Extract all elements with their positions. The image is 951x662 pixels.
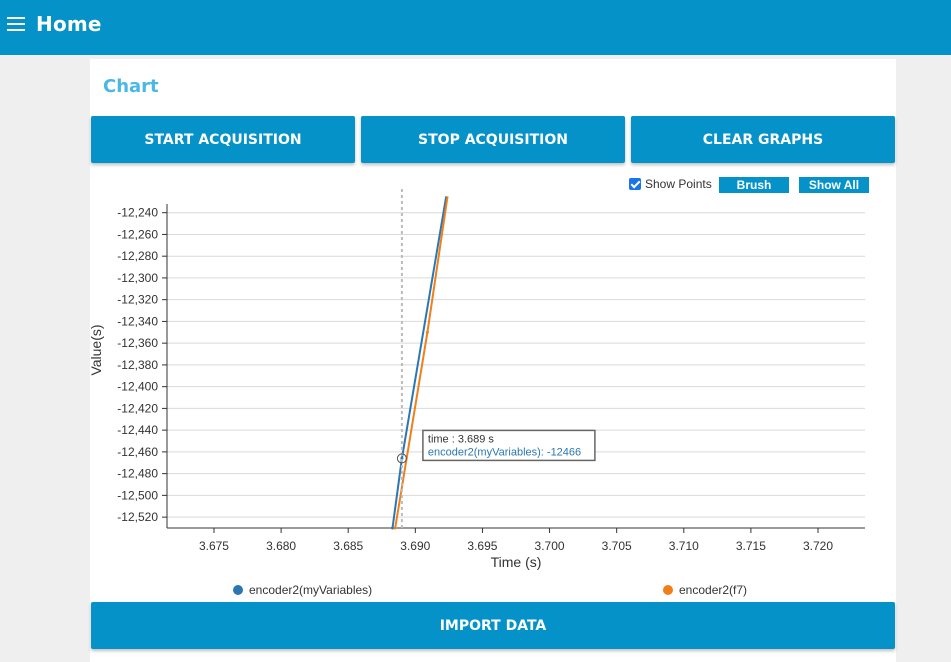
tooltip-time: time : 3.689 s xyxy=(428,433,495,445)
y-tick-label: -12,500 xyxy=(117,488,158,502)
app-title: Home xyxy=(36,12,102,36)
data-point[interactable] xyxy=(425,330,429,334)
app-bar: Home xyxy=(0,0,951,55)
x-tick-label: 3.690 xyxy=(400,539,430,553)
series-line-0 xyxy=(391,196,448,528)
y-tick-label: -12,440 xyxy=(117,423,158,437)
legend-dot xyxy=(233,585,243,595)
x-tick-label: 3.680 xyxy=(266,539,296,553)
y-tick-label: -12,520 xyxy=(117,510,158,524)
x-tick-label: 3.675 xyxy=(199,539,229,553)
y-tick-label: -12,240 xyxy=(117,206,158,220)
menu-icon[interactable] xyxy=(7,17,25,31)
data-point[interactable] xyxy=(391,526,395,530)
y-tick-label: -12,420 xyxy=(117,401,158,415)
y-tick-label: -12,300 xyxy=(117,271,158,285)
tooltip-value: encoder2(myVariables): -12466 xyxy=(428,446,581,458)
x-tick-label: 3.715 xyxy=(736,539,766,553)
y-tick-label: -12,280 xyxy=(117,249,158,263)
y-axis-label: Value(s) xyxy=(90,324,104,375)
y-tick-label: -12,340 xyxy=(117,314,158,328)
line-chart[interactable]: -12,240 -12,260 -12,280 -12,300 -12,320 -12,3… xyxy=(90,59,896,604)
legend-item-myvariables[interactable]: encoder2(myVariables) xyxy=(233,583,372,597)
legend-label: encoder2(myVariables) xyxy=(249,583,373,597)
y-tick-label: -12,260 xyxy=(117,227,158,241)
x-tick-label: 3.710 xyxy=(669,539,699,553)
legend-item-f7[interactable]: encoder2(f7) xyxy=(663,583,747,597)
y-tick-label: -12,360 xyxy=(117,336,158,350)
x-tick-label: 3.685 xyxy=(333,539,363,553)
series-line-1 xyxy=(394,196,449,528)
y-tick-label: -12,380 xyxy=(117,358,158,372)
y-tick-label: -12,320 xyxy=(117,293,158,307)
x-tick-label: 3.720 xyxy=(803,539,833,553)
chart-card: Chart START ACQUISITION STOP ACQUISITION… xyxy=(90,59,896,662)
y-tick-label: -12,480 xyxy=(117,467,158,481)
x-tick-label: 3.705 xyxy=(602,539,632,553)
x-axis-label: Time (s) xyxy=(491,554,542,570)
x-tick-label: 3.700 xyxy=(535,539,565,553)
legend-dot xyxy=(663,585,673,595)
data-point[interactable] xyxy=(393,526,397,530)
y-tick-label: -12,460 xyxy=(117,445,158,459)
import-data-button[interactable]: IMPORT DATA xyxy=(91,602,895,649)
x-tick-label: 3.695 xyxy=(467,539,497,553)
legend-label: encoder2(f7) xyxy=(679,583,748,597)
y-tick-label: -12,400 xyxy=(117,380,158,394)
